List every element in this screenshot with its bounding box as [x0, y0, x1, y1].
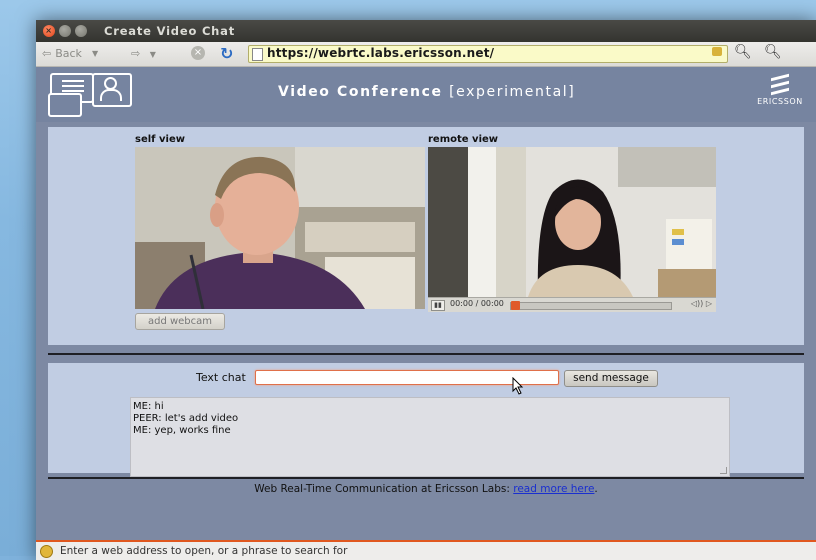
status-bar: Enter a web address to open, or a phrase…	[36, 540, 816, 560]
video-conference-logo-icon	[46, 71, 134, 117]
url-text[interactable]: https://webrtc.labs.ericsson.net/	[267, 46, 494, 60]
text-chat-label: Text chat	[196, 371, 246, 384]
forward-history-dropdown-icon[interactable]: ▼	[150, 50, 156, 59]
page-icon	[252, 48, 263, 61]
chat-log[interactable]: ME: hi PEER: let's add video ME: yep, wo…	[130, 397, 730, 477]
send-message-button[interactable]: send message	[564, 370, 658, 387]
forward-button[interactable]: ⇨ ▼	[131, 47, 156, 60]
section-divider	[48, 353, 804, 355]
navigation-toolbar: ⇦ Back ▼ ⇨ ▼ × ↻ https://webrtc.labs.eri…	[36, 42, 816, 67]
play-pause-icon[interactable]: ▮▮	[431, 300, 445, 311]
chat-panel: Text chat send message ME: hi PEER: let'…	[48, 363, 804, 477]
close-window-icon[interactable]: ×	[43, 25, 55, 37]
chat-message: PEER: let's add video	[133, 413, 239, 424]
zoom-in-icon[interactable]: 🔍︎	[734, 44, 752, 60]
remote-view-video	[428, 147, 716, 297]
seek-bar[interactable]	[510, 301, 672, 310]
resize-grip-icon[interactable]	[720, 467, 727, 474]
page-title-tag: [experimental]	[449, 84, 576, 100]
remote-view-label: remote view	[428, 134, 499, 145]
media-controls: ▮▮ 00:00 / 00:00 ◁)) ▷	[428, 297, 716, 312]
web-page: Video Conference [experimental] ERICSSON…	[36, 67, 816, 547]
stop-icon[interactable]: ×	[191, 46, 205, 60]
chat-message: ME: hi	[133, 401, 164, 412]
volume-icon[interactable]: ◁)) ▷	[691, 299, 712, 308]
back-history-dropdown-icon[interactable]: ▼	[92, 49, 98, 58]
reload-icon[interactable]: ↻	[220, 44, 233, 63]
window-title: Create Video Chat	[104, 24, 236, 38]
add-webcam-button[interactable]: add webcam	[135, 313, 225, 330]
page-title-main: Video Conference	[278, 84, 443, 100]
status-icon	[40, 545, 53, 558]
back-button[interactable]: ⇦ Back ▼	[42, 47, 98, 60]
browser-window: × Create Video Chat ⇦ Back ▼ ⇨ ▼ × ↻ htt…	[36, 20, 816, 560]
read-more-link[interactable]: read more here	[513, 483, 594, 495]
self-view-label: self view	[135, 134, 185, 145]
ericsson-mark-icon	[769, 73, 791, 96]
maximize-window-icon[interactable]	[75, 25, 87, 37]
forward-arrow-icon: ⇨	[131, 47, 141, 60]
seek-handle[interactable]	[511, 301, 520, 310]
chat-message: ME: yep, works fine	[133, 425, 231, 436]
brand-name: ERICSSON	[757, 97, 803, 106]
lock-icon[interactable]	[712, 47, 722, 56]
page-header: Video Conference [experimental] ERICSSON	[36, 67, 816, 122]
footer-text: Web Real-Time Communication at Ericsson …	[254, 483, 510, 495]
section-divider	[48, 477, 804, 479]
page-title: Video Conference [experimental]	[278, 84, 575, 100]
video-panel: self view remote view ▮▮ 00:00 / 00:00 ◁…	[48, 127, 804, 345]
ericsson-logo: ERICSSON	[752, 73, 808, 106]
zoom-out-icon[interactable]: 🔍︎	[764, 44, 782, 60]
back-arrow-icon: ⇦	[42, 47, 52, 60]
footer-period: .	[594, 483, 598, 495]
window-controls: ×	[43, 25, 87, 37]
address-bar[interactable]: https://webrtc.labs.ericsson.net/	[248, 45, 728, 63]
self-view-video	[135, 147, 425, 309]
status-text: Enter a web address to open, or a phrase…	[60, 545, 348, 557]
minimize-window-icon[interactable]	[59, 25, 71, 37]
page-footer: Web Real-Time Communication at Ericsson …	[36, 483, 816, 495]
title-bar: × Create Video Chat	[36, 20, 816, 42]
mouse-cursor-icon	[512, 377, 524, 395]
back-label: Back	[55, 47, 82, 60]
media-time: 00:00 / 00:00	[450, 299, 504, 308]
